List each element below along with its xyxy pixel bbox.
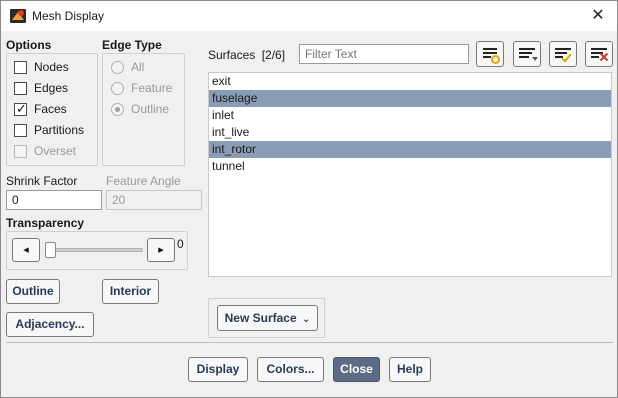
edge-type-label: Outline — [131, 102, 170, 116]
option-label: Nodes — [34, 60, 69, 74]
transparency-value: 0 — [177, 237, 184, 251]
radio-dot — [115, 107, 120, 112]
option-label: Edges — [34, 81, 69, 95]
radio-circle — [111, 103, 124, 116]
filter-text-input[interactable] — [299, 44, 469, 64]
check-icon: ✓ — [16, 101, 27, 116]
surface-list-item[interactable]: inlet — [209, 107, 611, 124]
app-logo-icon — [10, 9, 26, 23]
new-surface-dropdown[interactable]: New Surface ⌄ — [217, 305, 318, 331]
options-label: Options — [6, 38, 52, 52]
transparency-decrease-button[interactable]: ◂ — [12, 238, 40, 262]
help-button[interactable]: Help — [389, 357, 431, 382]
surface-list-item[interactable]: int_live — [209, 124, 611, 141]
shrink-factor-label: Shrink Factor — [6, 174, 78, 188]
window-close-button[interactable]: ✕ — [587, 5, 609, 27]
close-button[interactable]: Close — [333, 357, 380, 382]
footer-separator — [6, 342, 613, 343]
mesh-display-dialog: Mesh Display ✕ Options Nodes Edges ✓ Faces P… — [0, 0, 618, 398]
option-edges-checkbox[interactable]: Edges — [14, 81, 94, 97]
option-label: Overset — [34, 144, 77, 158]
option-partitions-checkbox[interactable]: Partitions — [14, 123, 94, 139]
feature-angle-input: 20 — [106, 190, 202, 210]
surfaces-title: Surfaces — [208, 48, 256, 62]
checkbox-box[interactable] — [14, 82, 27, 95]
checkbox-box[interactable]: ✓ — [14, 101, 27, 116]
select-all-icon[interactable] — [549, 41, 577, 67]
edge-type-frame: All Feature Outline — [102, 53, 185, 166]
edge-type-outline-radio: Outline — [111, 102, 181, 118]
select-surfaces-icon[interactable] — [476, 41, 504, 67]
transparency-slider-thumb[interactable] — [45, 242, 56, 258]
colors-button[interactable]: Colors... — [257, 357, 324, 382]
new-surface-frame: New Surface ⌄ — [208, 298, 325, 338]
feature-angle-label: Feature Angle — [106, 174, 181, 188]
display-button[interactable]: Display — [188, 357, 248, 382]
new-surface-label: New Surface — [224, 311, 297, 325]
option-label: Partitions — [34, 123, 85, 137]
transparency-frame: ◂ ▸ — [6, 231, 188, 270]
option-faces-checkbox[interactable]: ✓ Faces — [14, 101, 94, 118]
option-nodes-checkbox[interactable]: Nodes — [14, 60, 94, 76]
edge-type-label: Feature — [131, 81, 173, 95]
option-overset-checkbox: Overset — [14, 144, 94, 160]
window-title: Mesh Display — [32, 9, 105, 23]
edge-type-all-radio: All — [111, 60, 181, 76]
surface-list-item[interactable]: fuselage — [209, 90, 611, 107]
outline-button[interactable]: Outline — [6, 279, 60, 304]
edge-type-label: All — [131, 60, 145, 74]
radio-circle — [111, 82, 124, 95]
surface-list-item[interactable]: tunnel — [209, 158, 611, 175]
surfaces-label: Surfaces [2/6] — [208, 48, 285, 62]
transparency-increase-button[interactable]: ▸ — [147, 238, 175, 262]
surface-list-item[interactable]: exit — [209, 73, 611, 90]
surface-list-item[interactable]: int_rotor — [209, 141, 611, 158]
title-bar: Mesh Display ✕ — [1, 1, 617, 31]
option-label: Faces — [34, 102, 67, 116]
adjacency-button[interactable]: Adjacency... — [6, 312, 94, 337]
surfaces-count: [2/6] — [261, 48, 286, 62]
interior-button[interactable]: Interior — [102, 279, 159, 304]
checkbox-box — [14, 145, 27, 158]
surface-groups-icon[interactable] — [513, 41, 541, 67]
transparency-slider-track[interactable] — [45, 248, 143, 252]
edge-type-feature-radio: Feature — [111, 81, 181, 97]
checkbox-box[interactable] — [14, 61, 27, 74]
deselect-all-icon[interactable] — [585, 41, 613, 67]
shrink-factor-input[interactable]: 0 — [6, 190, 102, 210]
edge-type-label: Edge Type — [102, 38, 162, 52]
options-frame: Nodes Edges ✓ Faces Partitions Overset — [6, 53, 98, 166]
surfaces-list[interactable]: exit fuselage inlet int_live int_rotor tunnel — [208, 72, 612, 277]
transparency-label: Transparency — [6, 216, 85, 230]
chevron-down-icon: ⌄ — [301, 314, 311, 325]
checkbox-box[interactable] — [14, 124, 27, 137]
radio-circle — [111, 61, 124, 74]
